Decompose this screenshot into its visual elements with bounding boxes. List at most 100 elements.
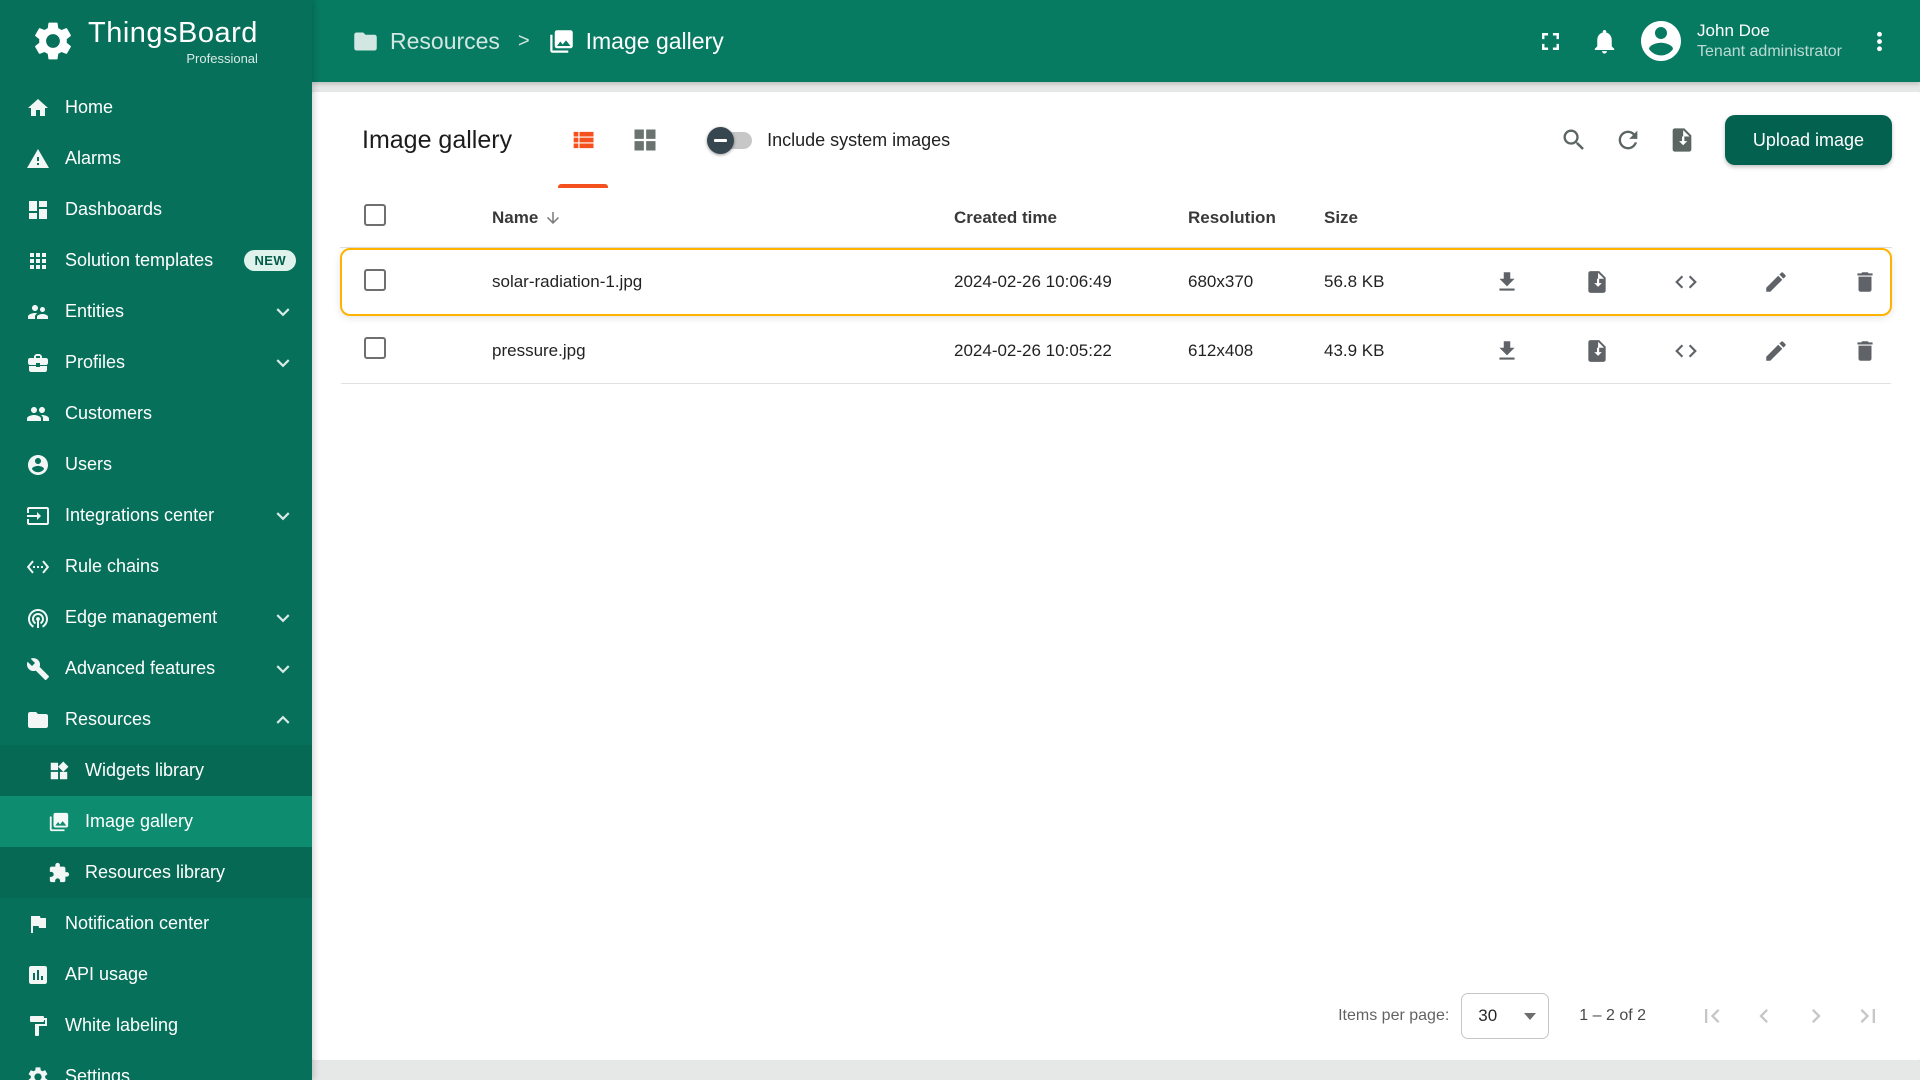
folder-icon (354, 32, 377, 50)
app-window: ThingsBoard Professional Home Alarms Das… (0, 0, 1920, 1080)
sidebar-item-home[interactable]: Home (0, 82, 312, 133)
brand-subtitle: Professional (186, 50, 258, 66)
import-image-button[interactable] (1655, 113, 1709, 167)
sidebar-item-api-usage[interactable]: API usage (0, 949, 312, 1000)
size-cell: 43.9 KB (1324, 340, 1385, 360)
size-cell: 56.8 KB (1324, 272, 1385, 291)
column-header-resolution[interactable]: Resolution (1188, 208, 1324, 228)
include-system-images-toggle[interactable]: Include system images (707, 126, 950, 154)
grid-view-icon (634, 129, 656, 151)
apps-grid-icon (30, 252, 46, 269)
export-button[interactable] (1574, 259, 1620, 305)
sidebar-item-alarms[interactable]: Alarms (0, 133, 312, 184)
chevron-down-icon (276, 664, 290, 673)
sidebar-item-dashboards[interactable]: Dashboards (0, 184, 312, 235)
sidebar-item-white-labeling[interactable]: White labeling (0, 1000, 312, 1051)
created-time-cell: 2024-02-26 10:06:49 (954, 272, 1112, 291)
sidebar-item-resources[interactable]: Resources (0, 694, 312, 745)
sidebar-item-label: Home (65, 97, 114, 117)
upload-image-button[interactable]: Upload image (1724, 115, 1892, 165)
photo-library-icon (549, 29, 573, 53)
table-row[interactable]: solar-radiation-1.jpg 2024-02-26 10:06:4… (340, 248, 1892, 316)
delete-button[interactable] (1842, 259, 1888, 305)
row-checkbox[interactable] (364, 268, 386, 291)
row-actions (1484, 259, 1890, 305)
extension-icon (49, 862, 70, 882)
previous-page-button[interactable] (1738, 990, 1790, 1042)
flag-icon (31, 915, 46, 933)
user-avatar[interactable] (1637, 17, 1685, 65)
table-row[interactable]: pressure.jpg 2024-02-26 10:05:22 612x408… (340, 316, 1892, 384)
edit-button[interactable] (1753, 259, 1799, 305)
user-menu[interactable]: John Doe Tenant administrator (1697, 21, 1842, 61)
sidebar-nav: Home Alarms Dashboards Solution template… (0, 82, 312, 1080)
fullscreen-icon (1541, 32, 1559, 50)
sidebar-item-label: White labeling (65, 1015, 179, 1035)
refresh-icon (1618, 130, 1638, 150)
breadcrumb-image-gallery[interactable]: Image gallery (548, 28, 724, 55)
notifications-button[interactable] (1577, 14, 1631, 68)
sidebar-item-notification-center[interactable]: Notification center (0, 898, 312, 949)
last-page-button[interactable] (1842, 990, 1894, 1042)
antenna-icon (28, 608, 48, 628)
sidebar-item-profiles[interactable]: Profiles (0, 337, 312, 388)
list-view-tab[interactable] (552, 92, 614, 188)
sidebar-item-label: Advanced features (65, 658, 216, 678)
column-header-name[interactable]: Name (492, 208, 954, 228)
sidebar-item-settings[interactable]: Settings (0, 1051, 312, 1080)
toggle-knob-minus-icon (707, 126, 735, 154)
select-all-checkbox[interactable] (364, 204, 386, 226)
items-per-page-select[interactable]: 30 (1461, 993, 1550, 1039)
next-page-button[interactable] (1790, 990, 1842, 1042)
sidebar-item-solution-templates[interactable]: Solution templates NEW (0, 235, 312, 286)
first-page-button[interactable] (1686, 990, 1738, 1042)
grid-view-tab[interactable] (614, 92, 676, 188)
chevron-down-icon (276, 307, 290, 316)
edit-button[interactable] (1753, 328, 1799, 374)
fullscreen-button[interactable] (1523, 14, 1577, 68)
download-button[interactable] (1484, 328, 1530, 374)
sidebar-item-label: Customers (65, 403, 153, 423)
export-button[interactable] (1574, 328, 1620, 374)
sidebar-item-image-gallery[interactable]: Image gallery (0, 796, 312, 847)
resolution-cell: 612x408 (1188, 340, 1254, 360)
embed-code-button[interactable] (1663, 259, 1709, 305)
column-header-size[interactable]: Size (1324, 208, 1484, 228)
download-button[interactable] (1484, 259, 1530, 305)
refresh-button[interactable] (1601, 113, 1655, 167)
person-circle-icon (1641, 21, 1682, 61)
list-view-icon (573, 131, 594, 149)
image-gallery-card: Image gallery Include system images Uplo… (312, 92, 1920, 1060)
sidebar-item-label: Users (65, 454, 113, 474)
sidebar-item-edge-management[interactable]: Edge management (0, 592, 312, 643)
search-button[interactable] (1547, 113, 1601, 167)
sidebar-item-integrations-center[interactable]: Integrations center (0, 490, 312, 541)
more-options-button[interactable] (1852, 14, 1906, 68)
warning-icon (27, 148, 49, 168)
breadcrumb-resources[interactable]: Resources (352, 28, 500, 55)
input-icon (27, 506, 49, 525)
resolution-cell: 680x370 (1188, 272, 1254, 291)
sidebar-item-rule-chains[interactable]: Rule chains (0, 541, 312, 592)
column-header-created-time[interactable]: Created time (954, 208, 1188, 228)
logo-text: ThingsBoard Professional (88, 17, 258, 66)
dropdown-caret-icon (1524, 1012, 1537, 1020)
sidebar-item-users[interactable]: Users (0, 439, 312, 490)
user-role: Tenant administrator (1697, 43, 1842, 60)
sidebar-item-resources-library[interactable]: Resources library (0, 847, 312, 898)
entities-icon (28, 304, 48, 319)
sidebar-item-label: Solution templates (65, 250, 214, 270)
sidebar-item-entities[interactable]: Entities (0, 286, 312, 337)
sidebar-item-advanced-features[interactable]: Advanced features (0, 643, 312, 694)
gallery-toolbar: Image gallery Include system images Uplo… (312, 92, 1920, 188)
bell-icon (1594, 29, 1614, 54)
page-range-label: 1 – 2 of 2 (1579, 1007, 1646, 1024)
row-checkbox[interactable] (364, 337, 386, 359)
sidebar-item-label: Settings (65, 1066, 131, 1080)
sidebar-item-customers[interactable]: Customers (0, 388, 312, 439)
delete-button[interactable] (1842, 328, 1888, 374)
sidebar-item-widgets-library[interactable]: Widgets library (0, 745, 312, 796)
thingsboard-logo[interactable]: ThingsBoard Professional (0, 0, 312, 82)
embed-code-button[interactable] (1663, 328, 1709, 374)
breadcrumb-separator: > (517, 29, 530, 52)
